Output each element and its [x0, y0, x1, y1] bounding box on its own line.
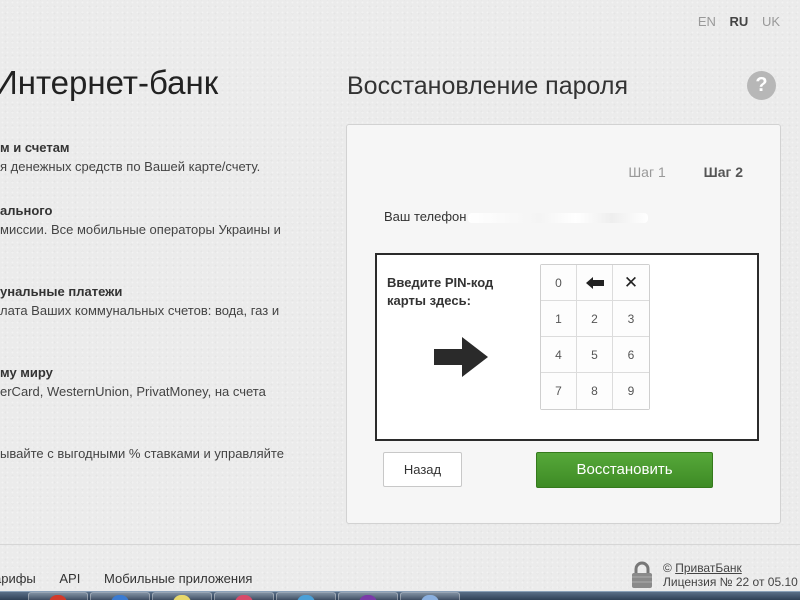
lang-ru[interactable]: RU	[730, 14, 749, 29]
step-2: Шаг 2	[703, 164, 743, 180]
app-icon	[359, 595, 377, 600]
keypad-key-clear[interactable]: ✕	[613, 265, 649, 301]
footer-links: арифы API Мобильные приложения	[0, 571, 272, 586]
lock-icon	[632, 561, 652, 588]
feature-title: ального	[0, 203, 53, 218]
feature-desc: я денежных средств по Вашей карте/счету.	[0, 159, 261, 174]
keypad-key-3[interactable]: 3	[613, 301, 649, 337]
phone-label: Ваш телефон	[384, 209, 467, 224]
footer-link-mobile-apps[interactable]: Мобильные приложения	[104, 571, 252, 586]
keypad-key-7[interactable]: 7	[541, 373, 577, 409]
footer-link-tariffs[interactable]: арифы	[0, 571, 36, 586]
taskbar-button[interactable]	[338, 592, 398, 600]
app-icon	[421, 595, 439, 600]
feature-title: му миру	[0, 365, 53, 380]
restore-button[interactable]: Восстановить	[536, 452, 713, 488]
phone-row: Ваш телефон	[384, 209, 649, 224]
feature-item[interactable]: м и счетам я денежных средств по Вашей к…	[0, 140, 260, 176]
taskbar-button[interactable]	[214, 592, 274, 600]
taskbar-button[interactable]	[400, 592, 460, 600]
feature-item[interactable]: унальные платежи лата Ваших коммунальных…	[0, 284, 279, 320]
taskbar-button[interactable]	[152, 592, 212, 600]
arrow-right-icon	[434, 337, 488, 377]
app-icon	[49, 595, 67, 600]
internet-bank-title: Интернет-банк	[0, 64, 219, 101]
lang-uk[interactable]: UK	[762, 14, 780, 29]
keypad-key-8[interactable]: 8	[577, 373, 613, 409]
feature-desc: ывайте с выгодными % ставками и управляй…	[0, 446, 284, 461]
taskbar-button[interactable]	[90, 592, 150, 600]
pin-label: Введите PIN-код карты здесь:	[387, 275, 494, 308]
feature-desc: лата Ваших коммунальных счетов: вода, га…	[0, 303, 280, 318]
feature-item[interactable]: ального миссии. Все мобильные операторы …	[0, 203, 281, 239]
app-icon	[173, 595, 191, 600]
feature-title: унальные платежи	[0, 284, 123, 299]
lang-en[interactable]: EN	[698, 14, 716, 29]
step-indicator: Шаг 1 Шаг 2	[594, 164, 743, 180]
keypad-key-4[interactable]: 4	[541, 337, 577, 373]
recovery-panel: Шаг 1 Шаг 2 Ваш телефон Введите PIN-код …	[346, 124, 781, 524]
back-button[interactable]: Назад	[383, 452, 462, 487]
keypad-key-5[interactable]: 5	[577, 337, 613, 373]
keypad-key-0[interactable]: 0	[541, 265, 577, 301]
footer-link-api[interactable]: API	[59, 571, 80, 586]
password-recovery-title: Восстановление пароля	[347, 72, 629, 100]
keypad-key-1[interactable]: 1	[541, 301, 577, 337]
feature-desc: erCard, WesternUnion, PrivatMoney, на сч…	[0, 384, 266, 399]
copyright-symbol: ©	[663, 561, 672, 575]
keypad-key-9[interactable]: 9	[613, 373, 649, 409]
taskbar-button[interactable]	[28, 592, 88, 600]
license-text: Лицензия № 22 от 05.10	[663, 575, 798, 589]
step-1: Шаг 1	[628, 164, 666, 180]
keypad-key-6[interactable]: 6	[613, 337, 649, 373]
help-icon[interactable]: ?	[747, 71, 776, 100]
feature-title: м и счетам	[0, 140, 70, 155]
pin-entry-box: Введите PIN-код карты здесь: 0 ✕ 1 2 3 4…	[375, 253, 759, 441]
pin-keypad: 0 ✕ 1 2 3 4 5 6 7 8 9	[540, 264, 650, 410]
backspace-arrow-icon	[585, 276, 604, 289]
app-icon	[235, 595, 253, 600]
keypad-key-backspace[interactable]	[577, 265, 613, 301]
copyright: © ПриватБанк Лицензия № 22 от 05.10	[663, 561, 798, 589]
feature-desc: миссии. Все мобильные операторы Украины …	[0, 222, 281, 237]
keypad-key-2[interactable]: 2	[577, 301, 613, 337]
feature-item[interactable]: му миру erCard, WesternUnion, PrivatMone…	[0, 365, 266, 401]
taskbar-button[interactable]	[276, 592, 336, 600]
feature-item[interactable]: ывайте с выгодными % ставками и управляй…	[0, 442, 284, 463]
privatbank-link[interactable]: ПриватБанк	[675, 561, 742, 575]
language-switcher: EN RU UK	[688, 14, 780, 29]
footer-divider	[0, 544, 800, 545]
phone-number-masked	[468, 212, 649, 223]
app-icon	[111, 595, 129, 600]
app-icon	[297, 595, 315, 600]
taskbar	[0, 591, 800, 600]
clear-x-icon: ✕	[623, 272, 639, 292]
